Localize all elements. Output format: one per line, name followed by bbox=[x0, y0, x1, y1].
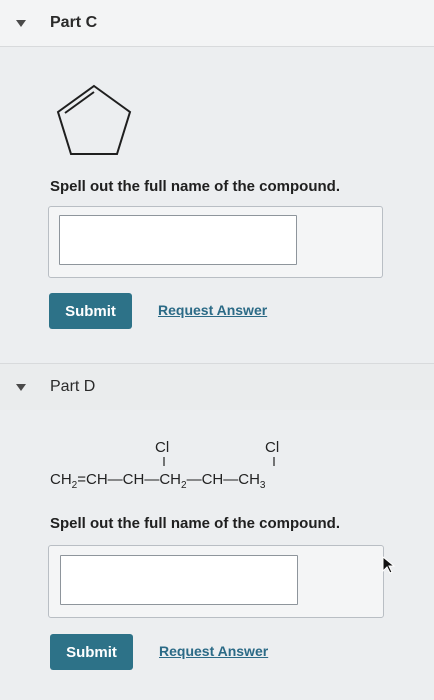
condensed-formula-structure: Cl Cl CH2=CH—CH—CH2—CH—CH3 bbox=[50, 439, 279, 491]
part-d-title: Part D bbox=[50, 378, 96, 395]
chlorine-label: Cl bbox=[265, 439, 279, 456]
part-d-request-answer-link[interactable]: Request Answer bbox=[159, 643, 268, 659]
part-d-answer-input[interactable] bbox=[60, 555, 298, 605]
divider bbox=[0, 46, 434, 47]
chlorine-label: Cl bbox=[155, 439, 169, 456]
part-d-submit-button[interactable]: Submit bbox=[50, 634, 133, 670]
part-c-question: Spell out the full name of the compound. bbox=[50, 178, 340, 195]
part-d-question: Spell out the full name of the compound. bbox=[50, 515, 340, 532]
cyclopentene-structure bbox=[56, 84, 132, 155]
caret-down-icon[interactable] bbox=[16, 19, 26, 27]
caret-down-icon[interactable] bbox=[16, 383, 26, 391]
part-c-submit-button[interactable]: Submit bbox=[49, 293, 132, 329]
part-c-answer-area bbox=[48, 206, 383, 278]
mouse-cursor-icon bbox=[382, 556, 396, 574]
part-c-header[interactable]: Part C bbox=[0, 0, 434, 46]
part-c-request-answer-link[interactable]: Request Answer bbox=[158, 302, 267, 318]
part-c-title: Part C bbox=[50, 14, 98, 31]
formula-chain: CH2=CH—CH—CH2—CH—CH3 bbox=[50, 471, 266, 491]
part-d-header[interactable]: Part D bbox=[0, 364, 434, 410]
part-d-answer-area bbox=[48, 545, 384, 618]
part-c-answer-input[interactable] bbox=[59, 215, 297, 265]
